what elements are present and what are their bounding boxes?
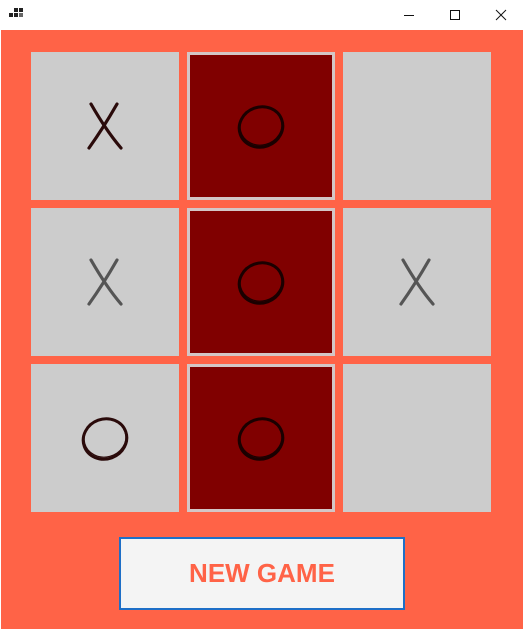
new-game-button[interactable]: NEW GAME (119, 537, 405, 610)
minimize-button[interactable] (386, 0, 432, 30)
board-cell[interactable] (343, 52, 491, 200)
maximize-button[interactable] (432, 0, 478, 30)
board-cell[interactable] (31, 208, 179, 356)
board-cell[interactable] (31, 364, 179, 512)
game-area: NEW GAME (1, 30, 523, 629)
board-cell-winning[interactable] (187, 52, 335, 200)
x-mark-icon (87, 102, 123, 150)
board-cell-winning[interactable] (187, 364, 335, 512)
o-mark-icon (237, 261, 285, 305)
board-cell[interactable] (343, 364, 491, 512)
o-mark-icon (237, 417, 285, 461)
x-mark-icon (87, 258, 123, 306)
minimize-icon (404, 15, 414, 16)
title-bar[interactable] (0, 0, 524, 30)
app-icon (9, 8, 23, 17)
board-cell[interactable] (343, 208, 491, 356)
o-mark-icon (237, 105, 285, 149)
close-button[interactable] (478, 0, 524, 30)
board-cell[interactable] (31, 52, 179, 200)
x-mark-icon (399, 258, 435, 306)
maximize-icon (450, 10, 460, 20)
close-icon (495, 9, 507, 21)
board-cell-winning[interactable] (187, 208, 335, 356)
o-mark-icon (81, 417, 129, 461)
